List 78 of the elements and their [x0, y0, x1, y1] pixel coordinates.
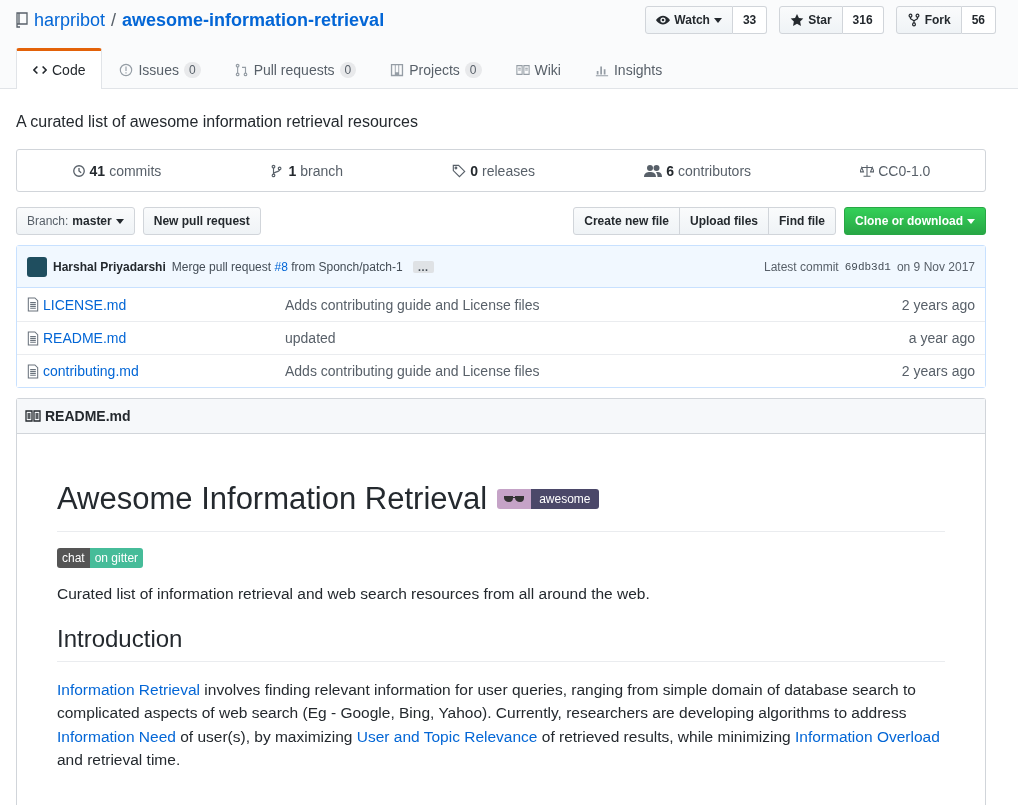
- code-icon: [33, 63, 47, 77]
- contributors-link[interactable]: 6 contributors: [644, 162, 752, 179]
- branch-link[interactable]: 1 branch: [270, 162, 344, 179]
- branch-select-button[interactable]: Branch: master: [16, 207, 135, 235]
- text-link[interactable]: Information Need: [57, 727, 176, 745]
- commits-link[interactable]: 41 commits: [71, 162, 162, 179]
- repo-tab[interactable]: Pull requests 0: [217, 48, 374, 89]
- people-icon: [644, 163, 663, 178]
- commit-author[interactable]: Harshal Priyadarshi: [53, 259, 166, 274]
- commit-sha[interactable]: 69db3d1: [844, 260, 891, 273]
- tab-counter: 0: [464, 62, 482, 78]
- commit-age: 2 years ago: [900, 363, 975, 379]
- repo-tab[interactable]: Wiki: [498, 48, 578, 89]
- file-icon: [27, 363, 39, 379]
- repo-tab[interactable]: Code: [16, 48, 103, 89]
- tag-icon: [452, 163, 467, 178]
- watch-count[interactable]: 33: [732, 6, 768, 34]
- book-icon: [25, 409, 41, 423]
- path-separator: /: [111, 9, 117, 31]
- branch-icon: [270, 163, 285, 178]
- repo-tab[interactable]: Projects 0: [373, 48, 499, 89]
- owner-link[interactable]: harpribot: [34, 9, 106, 31]
- readme-heading: Awesome Information Retrieval: [57, 480, 488, 518]
- commit-date: on 9 Nov 2017: [896, 259, 975, 274]
- file-action-button[interactable]: Upload files: [679, 207, 769, 235]
- intro-paragraph: Information Retrieval involves finding relevant information for user queries, ranging from simple domain of database search to complicated aspects of web search (Eg - Google, Bing, Yahoo). Currently, researchers are developing algorithms to address Information Need of user(s), by maximizing User and Topic Relevance of retrieved results, while minimizing Information Overload and retrieval time.: [57, 680, 941, 770]
- caret-icon: [967, 218, 975, 224]
- new-pull-request-button[interactable]: New pull request: [142, 207, 261, 235]
- star-count[interactable]: 316: [842, 6, 884, 34]
- fork-icon: [906, 13, 921, 27]
- file-action-button[interactable]: Create new file: [573, 207, 680, 235]
- text-link[interactable]: Overload: [876, 727, 940, 745]
- text-link[interactable]: Information: [795, 727, 873, 745]
- avatar: [27, 256, 47, 277]
- file-link[interactable]: LICENSE.md: [27, 296, 285, 313]
- readme-title: README.md: [45, 408, 131, 424]
- sunglasses-icon: [504, 495, 525, 504]
- commit-age: 2 years ago: [900, 296, 975, 313]
- fork-button[interactable]: Fork: [895, 6, 962, 34]
- readme-tagline: Curated list of information retrieval and web search resources from all around the web.: [57, 583, 651, 604]
- repo-name-link[interactable]: awesome-information-retrieval: [122, 9, 385, 31]
- repo-icon: [16, 12, 28, 28]
- commit-message: Merge pull request #8 from Sponch/patch-1: [171, 259, 403, 274]
- tab-counter: 0: [183, 62, 201, 78]
- fork-count[interactable]: 56: [961, 6, 996, 34]
- section-heading: Introduction: [57, 621, 945, 662]
- latest-commit-label: Latest commit: [764, 259, 839, 274]
- license-link[interactable]: CC0-1.0: [860, 162, 931, 179]
- history-icon: [71, 163, 86, 178]
- watch-button[interactable]: Watch: [645, 6, 733, 34]
- issue-icon: [119, 63, 134, 77]
- tab-counter: 0: [339, 62, 357, 78]
- expand-button[interactable]: …: [412, 260, 434, 273]
- pull-request-icon: [234, 63, 249, 77]
- text-link[interactable]: User and Topic Relevance: [356, 727, 538, 745]
- pull-request-link[interactable]: #8: [274, 259, 288, 274]
- text-link[interactable]: Information Retrieval: [57, 681, 200, 698]
- releases-link[interactable]: 0 releases: [452, 162, 535, 179]
- caret-icon: [115, 218, 124, 224]
- commit-age: a year ago: [907, 330, 975, 346]
- file-icon: [27, 330, 39, 346]
- book-icon: [515, 63, 530, 77]
- repo-description: A curated list of awesome information retrieval resources: [16, 112, 419, 132]
- board-icon: [390, 63, 405, 77]
- star-icon: [790, 13, 805, 27]
- repo-tab[interactable]: Issues 0: [102, 48, 218, 89]
- file-action-button[interactable]: Find file: [768, 207, 836, 235]
- repo-tab[interactable]: Insights: [577, 48, 680, 89]
- file-link[interactable]: contributing.md: [27, 363, 285, 379]
- commit-message-link[interactable]: Adds contributing guide and License files: [285, 363, 775, 379]
- scale-icon: [860, 163, 875, 178]
- file-link[interactable]: README.md: [27, 330, 285, 346]
- caret-icon: [713, 17, 722, 23]
- commit-message-link[interactable]: updated: [285, 330, 775, 346]
- star-button[interactable]: Star: [779, 6, 843, 34]
- file-icon: [27, 297, 39, 312]
- commit-message-link[interactable]: Adds contributing guide and License files: [285, 296, 775, 313]
- eye-icon: [656, 13, 671, 27]
